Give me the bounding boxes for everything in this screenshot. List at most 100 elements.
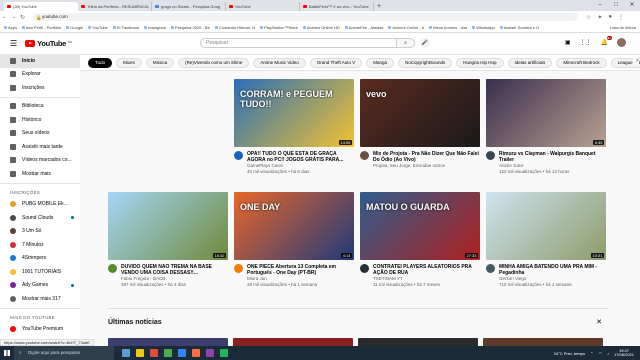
sidebar-item[interactable]: Mostrar mais 317 [0,292,80,306]
notifications-icon[interactable]: 🔔 9+ [601,36,612,46]
video-card[interactable]: ONE DAY 4:14 ONE PIECE Abertura 13 Complet… [234,192,354,287]
bookmark-item[interactable]: Pesquisa 2020 - Be [170,25,210,30]
sidebar-item[interactable]: YouTube Premium [0,323,80,337]
video-title[interactable]: MINHA AMIGA BATENDO UMA PRA MIM - Pegadi… [499,264,606,276]
back-icon[interactable]: ← [0,14,9,20]
taskbar-app-icon[interactable] [136,349,144,357]
video-thumbnail[interactable]: CORRAM! e PEGUEM TUDO!! 14:06 [234,79,354,147]
sidebar-item[interactable]: Início [0,54,80,68]
video-card[interactable]: vevo Mix de Projota - Pra Não Dizer Que N… [360,79,480,169]
sidebar-item[interactable]: Explorar [0,68,80,82]
filter-chip[interactable]: Minecraft Bedrock [556,57,607,68]
bookmark-item[interactable]: Animes Online - A [388,25,424,30]
channel-avatar[interactable] [234,151,243,160]
filter-chip[interactable]: Mixes [116,57,142,68]
bookmark-item[interactable]: Animes Online HD [302,25,340,30]
filter-chip[interactable]: Anime Music Video [253,57,306,68]
taskbar-app-icon[interactable] [178,349,186,357]
video-thumbnail[interactable]: 0:35 [486,79,606,147]
weather-text[interactable]: 24°C Prev. tempo [554,351,585,356]
minimize-button[interactable]: – [592,0,608,11]
sidebar-item[interactable]: 1001 TUTORIAIS [0,265,80,279]
sidebar-item[interactable]: Inscrições [0,81,80,95]
bookmark-item[interactable]: Apps [4,25,17,30]
video-title[interactable]: OPA!! TUDO O QUE ESTÁ DE GRAÇA AGORA no … [247,151,354,163]
video-thumbnail[interactable]: ONE DAY 4:14 [234,192,354,260]
close-icon[interactable]: ✕ [596,318,602,326]
channel-avatar[interactable] [360,264,369,273]
bookmark-item[interactable]: Assistir Sombra e O [499,25,539,30]
hamburger-menu-icon[interactable]: ☰ [10,39,17,48]
filter-chip[interactable]: Ideias artificiais [507,57,553,68]
browser-tab[interactable]: YouTube [226,2,300,11]
video-title[interactable]: CONTRATEI PLAYERS ALEATÓRIOS PRA AÇÃO DE… [373,264,480,276]
menu-kebab-icon[interactable]: ⋮ [618,14,624,21]
bookmark-item[interactable]: Google [66,25,83,30]
bookmark-item[interactable]: PlayStation™Store [260,25,298,30]
bookmark-item[interactable]: WhatsApp [472,25,495,30]
sidebar-item[interactable]: Histórico [0,113,80,127]
extensions-icon[interactable]: ✦ [597,14,602,21]
video-card[interactable]: 15:32 DUVIDO QUEM NÃO TREMA NA BASE VENDO… [108,192,228,287]
filter-chip[interactable]: Grand Theft Auto V [309,57,363,68]
sidebar-item[interactable]: Seus vídeos [0,127,80,141]
bookmark-item[interactable]: Meus Animes - Ass [429,25,467,30]
bookmark-item[interactable]: AnimeFire - Assista [344,25,383,30]
sidebar-item[interactable]: 4Strimpers [0,252,80,266]
channel-avatar[interactable] [486,264,495,273]
video-title[interactable]: ONE PIECE Abertura 13 Completa em Portug… [247,264,354,276]
filter-chip[interactable]: Mangá [366,57,394,68]
video-title[interactable]: Rimuru vs Clayman - Walpurgis Banquet Tr… [499,151,606,163]
video-thumbnail[interactable]: 15:32 [108,192,228,260]
filter-chip[interactable]: Tudo [88,57,113,68]
sidebar-item[interactable]: Ady Games [0,279,80,293]
video-title[interactable]: DUVIDO QUEM NÃO TREMA NA BASE VENDO UMA … [121,264,228,276]
taskbar-app-icon[interactable] [164,349,172,357]
video-card[interactable]: 0:35 Rimuru vs Clayman - Walpurgis Banque… [486,79,606,174]
sidebar-item[interactable]: Biblioteca [0,100,80,114]
video-thumbnail[interactable]: MATOU O GUARDA 27:33 [360,192,480,260]
bookmark-item[interactable]: YouTube [88,25,108,30]
chevron-right-icon[interactable]: › [633,58,638,64]
browser-tab[interactable]: grags no Steam - Pesquisa Goog [152,2,226,11]
taskbar-app-icon[interactable] [192,349,200,357]
taskbar-search[interactable]: ⌕ Digite aqui para pesquisar [14,346,114,360]
close-window-button[interactable]: ✕ [624,0,640,11]
bookmark-item[interactable]: Instagram [144,25,166,30]
reload-icon[interactable]: ↻ [18,14,27,21]
channel-avatar[interactable] [234,264,243,273]
apps-grid-icon[interactable]: ⋮⋮ [580,39,592,46]
search-button[interactable]: ⌕ [397,38,415,48]
bookmark-item[interactable]: Itaú Perfil - Portfólio [22,25,61,30]
voice-search-icon[interactable]: 🎤 [420,38,430,48]
browser-tab[interactable]: Trilha da Periferia - RESUMÊNCIA [78,2,152,11]
new-tab-button[interactable]: + [377,2,381,11]
filter-chip[interactable]: Música [145,57,175,68]
filter-chip[interactable]: NoCopyrightSounds [397,57,453,68]
browser-tab[interactable]: (28) YouTube [4,2,78,11]
browser-tab[interactable]: BattleField™ V ao vivo - YouTube [300,2,374,11]
channel-avatar[interactable] [486,151,495,160]
channel-name[interactable]: Projota, Seu Jorge, Emicidae outros [373,163,480,169]
sidebar-item[interactable]: Assistir mais tarde [0,140,80,154]
filter-chip[interactable]: Hungria Hip Hop [456,57,504,68]
start-button[interactable] [0,346,14,360]
reading-list[interactable]: Lista de leitura [610,23,636,33]
sidebar-item[interactable]: Mostrar mais [0,167,80,181]
maximize-button[interactable]: □ [608,0,624,11]
sidebar-item[interactable]: PUBG MOBILE Ek... [0,198,80,212]
sidebar-item[interactable]: Vídeos marcados co... [0,154,80,168]
account-avatar[interactable] [617,38,626,47]
taskbar-app-icon[interactable] [122,349,130,357]
wifi-icon[interactable]: ◠ [598,351,602,356]
sidebar-item[interactable]: Sound Clouds [0,211,80,225]
bookmark-item[interactable]: Comando Hitman: N [214,25,255,30]
url-field[interactable]: 🔒 youtube.com [33,13,578,21]
sidebar-item[interactable]: 7 Minutoz [0,238,80,252]
video-thumbnail[interactable]: vevo [360,79,480,147]
star-icon[interactable]: ☆ [586,14,591,21]
taskbar-app-icon[interactable] [206,349,214,357]
video-card[interactable]: 10:31 MINHA AMIGA BATENDO UMA PRA MIM - P… [486,192,606,287]
bookmark-item[interactable]: El Facebook [112,25,139,30]
taskbar-app-icon[interactable] [150,349,158,357]
